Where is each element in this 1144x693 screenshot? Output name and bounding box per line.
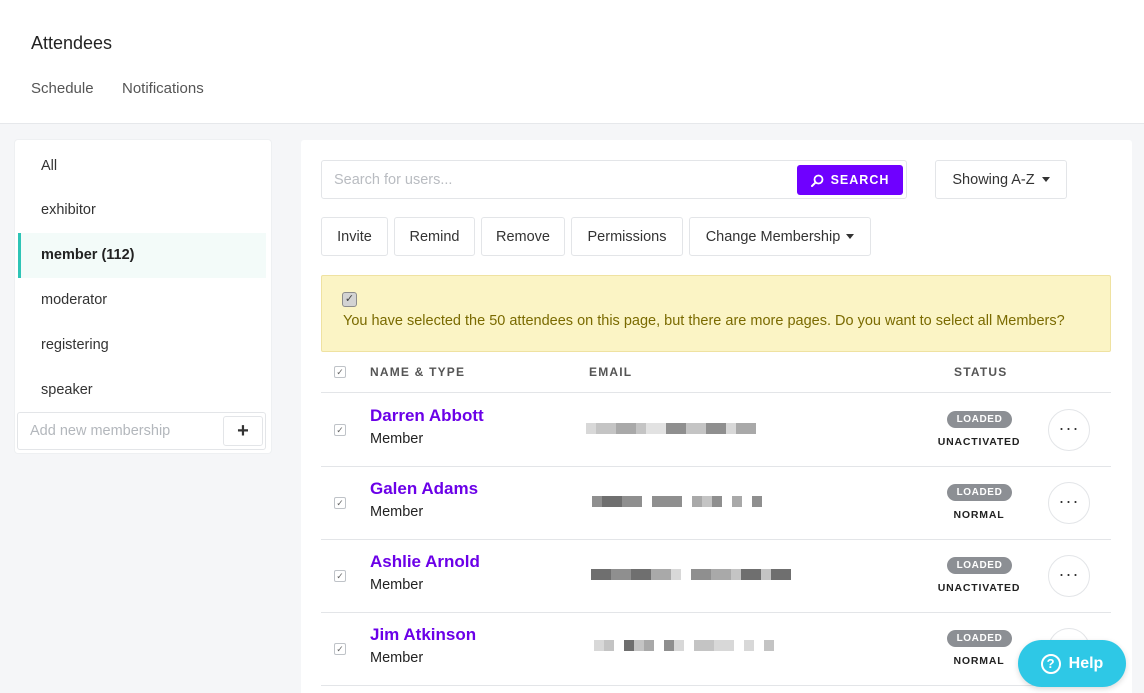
row-checkbox[interactable]: ✓ [334, 570, 346, 582]
select-all-checkbox[interactable]: ✓ [342, 292, 357, 307]
chevron-down-icon [846, 234, 855, 239]
attendee-name-link[interactable]: Ashlie Arnold [370, 552, 480, 572]
search-button-label: SEARCH [830, 173, 890, 187]
attendee-type: Member [370, 431, 424, 447]
table-row: ✓ Ashlie Arnold Member LOADED UNACTIVATE… [321, 539, 1111, 612]
row-more-button[interactable]: ··· [1048, 482, 1090, 524]
column-header-email: EMAIL [589, 365, 633, 379]
sidebar-item-exhibitor[interactable]: exhibitor [18, 188, 266, 233]
activation-status: UNACTIVATED [937, 582, 1021, 594]
membership-sidebar: All exhibitor member (112) moderator reg… [15, 140, 271, 453]
change-membership-label: Change Membership [705, 228, 841, 245]
status-badge: LOADED [947, 630, 1012, 647]
attendee-type: Member [370, 577, 424, 593]
status-badge: LOADED [947, 411, 1012, 428]
tab-notifications[interactable]: Notifications [122, 80, 204, 97]
add-membership-row: + [17, 412, 266, 450]
select-all-banner: ✓ You have selected the 50 attendees on … [321, 275, 1111, 352]
sort-dropdown[interactable]: Showing A-Z [935, 160, 1067, 199]
column-header-status: STATUS [954, 365, 1008, 379]
table-row: ✓ Darren Abbott Member LOADED UNACTIVATE… [321, 393, 1111, 466]
banner-message: You have selected the 50 attendees on th… [343, 313, 1065, 329]
remove-label: Remove [496, 228, 550, 245]
row-more-button[interactable]: ··· [1048, 409, 1090, 451]
attendee-name-link[interactable]: Galen Adams [370, 479, 478, 499]
sidebar-item-member[interactable]: member (112) [18, 233, 266, 278]
sidebar-item-registering[interactable]: registering [18, 323, 266, 368]
add-membership-input[interactable] [18, 413, 222, 449]
top-bar: Attendees Schedule Notifications [0, 0, 1144, 124]
sidebar-item-moderator[interactable]: moderator [18, 278, 266, 323]
attendee-name-link[interactable]: Jim Atkinson [370, 625, 476, 645]
attendees-panel: SEARCH Showing A-Z Invite Remind Remove … [301, 140, 1132, 693]
help-button[interactable]: ? Help [1018, 640, 1126, 687]
sidebar-item-all[interactable]: All [18, 144, 266, 189]
status-badge: LOADED [947, 484, 1012, 501]
sort-label: Showing A-Z [952, 171, 1035, 188]
activation-status: UNACTIVATED [937, 436, 1021, 448]
column-header-name: NAME & TYPE [370, 365, 466, 379]
permissions-label: Permissions [587, 228, 667, 245]
permissions-button[interactable]: Permissions [571, 217, 683, 256]
activation-status: NORMAL [953, 509, 1005, 521]
question-icon: ? [1040, 653, 1061, 674]
status-badge: LOADED [947, 557, 1012, 574]
attendee-type: Member [370, 650, 424, 666]
row-checkbox[interactable]: ✓ [334, 497, 346, 509]
invite-button[interactable]: Invite [321, 217, 388, 256]
attendee-type: Member [370, 504, 424, 520]
table-row: ✓ Jim Atkinson Member LOADED NORMAL ··· [321, 612, 1111, 685]
help-label: Help [1068, 654, 1104, 672]
row-checkbox[interactable]: ✓ [334, 424, 346, 436]
invite-label: Invite [337, 228, 372, 245]
sidebar-item-speaker[interactable]: speaker [18, 368, 266, 413]
search-input[interactable] [322, 161, 792, 198]
table-row: ✓ Galen Adams Member LOADED NORMAL ··· [321, 466, 1111, 539]
search-bar: SEARCH [321, 160, 907, 199]
add-membership-button[interactable]: + [223, 416, 263, 446]
row-checkbox[interactable]: ✓ [334, 643, 346, 655]
chevron-down-icon [1041, 177, 1050, 182]
page-title: Attendees [31, 33, 113, 53]
search-button[interactable]: SEARCH [797, 165, 903, 195]
attendee-name-link[interactable]: Darren Abbott [370, 406, 484, 426]
change-membership-dropdown[interactable]: Change Membership [689, 217, 871, 256]
remove-button[interactable]: Remove [481, 217, 565, 256]
search-icon [810, 174, 823, 187]
row-divider [321, 685, 1111, 686]
remind-button[interactable]: Remind [394, 217, 475, 256]
tab-schedule[interactable]: Schedule [31, 80, 94, 97]
header-checkbox[interactable]: ✓ [334, 366, 346, 378]
row-more-button[interactable]: ··· [1048, 555, 1090, 597]
remind-label: Remind [409, 228, 460, 245]
